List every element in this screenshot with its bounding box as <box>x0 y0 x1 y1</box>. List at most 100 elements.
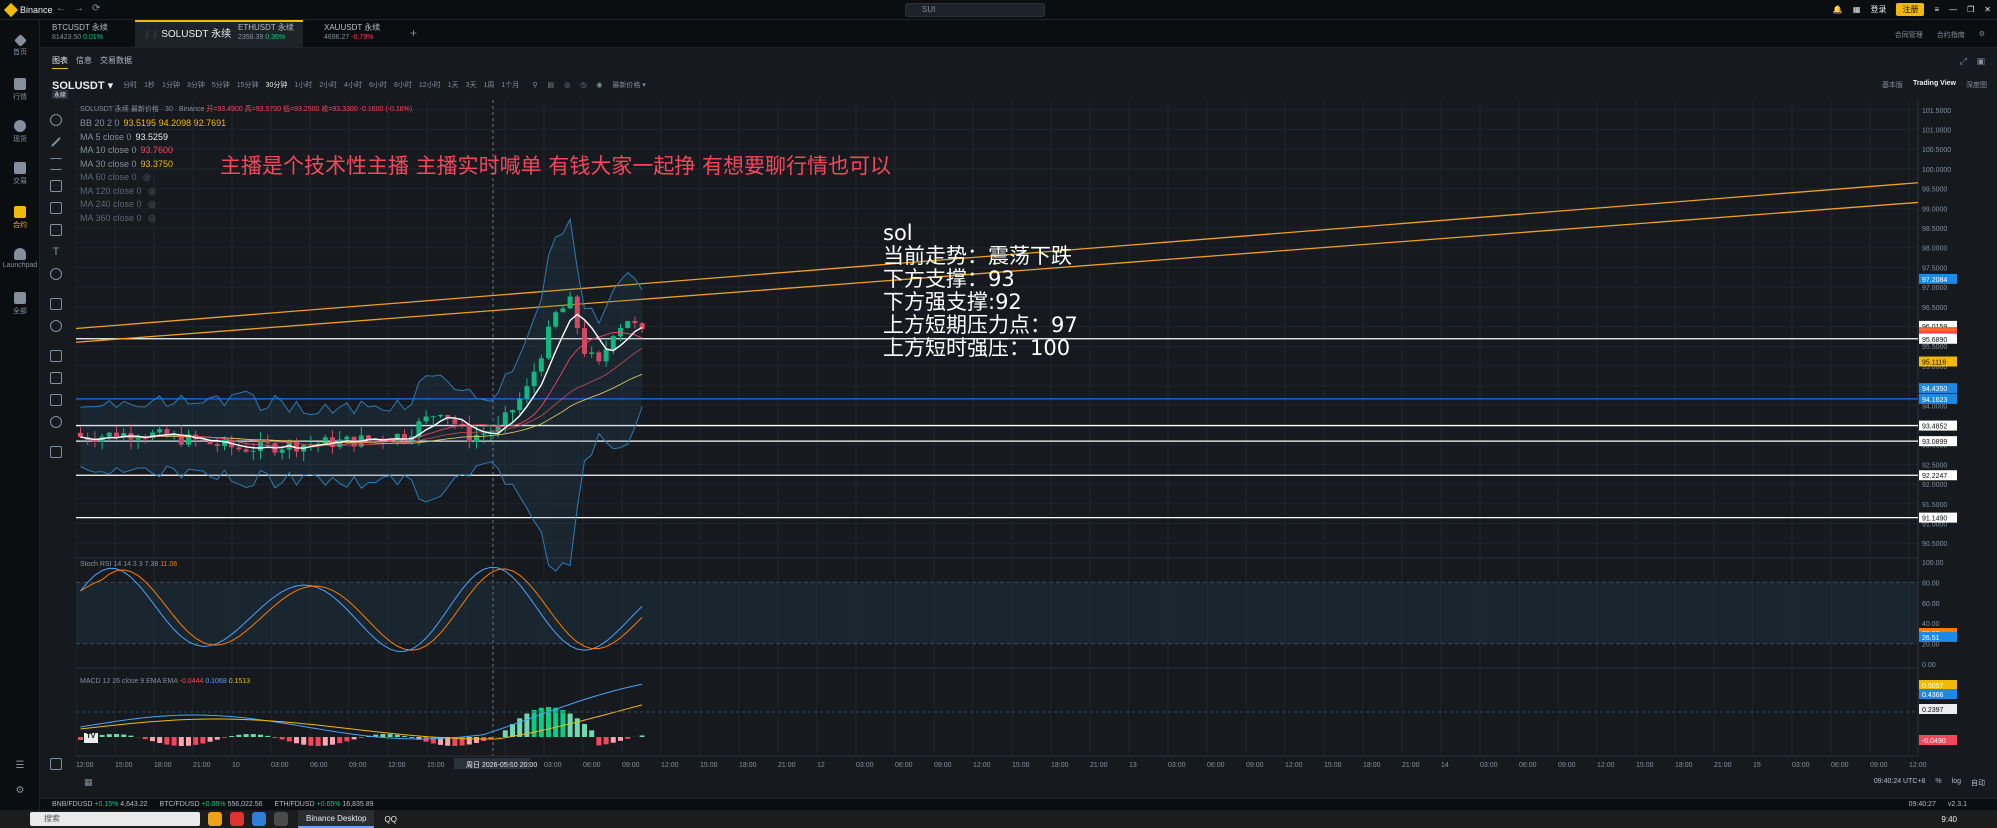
chrome-icon[interactable] <box>208 812 222 826</box>
indicator-row[interactable]: MA 120 close 0 ◎ <box>80 185 226 199</box>
percent-scale-toggle[interactable]: % <box>1935 778 1941 788</box>
timeframe-6[interactable]: 30分钟 <box>266 80 288 90</box>
timeframe-13[interactable]: 1天 <box>448 80 459 90</box>
contract-guide-link[interactable]: 合约指南 <box>1937 30 1965 40</box>
sidebar-item-all[interactable]: 全部 <box>0 292 40 316</box>
tab-ethusdt[interactable]: ETHUSDT 永续 2356.39 0.36% <box>230 20 302 48</box>
indicator-row[interactable]: MA 5 close 0 93.5259 <box>80 131 226 145</box>
timeframe-7[interactable]: 1小时 <box>294 80 312 90</box>
forward-icon[interactable]: → <box>74 3 84 14</box>
qr-icon[interactable]: ▦ <box>1853 5 1861 14</box>
layers-icon[interactable] <box>50 758 62 770</box>
timeframe-1[interactable]: 1秒 <box>144 80 155 90</box>
search-input[interactable]: SUI <box>905 3 1045 17</box>
chart-area[interactable]: 101.5000 101.0000 100.5000 100.0000 99.5000 9… <box>75 100 1958 772</box>
trendline-icon[interactable] <box>51 137 61 147</box>
indicator-row[interactable]: BB 20 2 0 93.5195 94.2098 92.7691 <box>80 117 226 131</box>
visibility-icon[interactable]: ◎ <box>146 199 156 209</box>
layout-grid-icon[interactable]: ▤ <box>547 81 554 89</box>
app-red-icon[interactable] <box>230 812 244 826</box>
close-icon[interactable]: ✕ <box>1984 5 1991 14</box>
menu-icon[interactable]: ≡ <box>1934 5 1939 14</box>
timeframe-4[interactable]: 5分钟 <box>212 80 230 90</box>
maximize-icon[interactable]: ❐ <box>1967 5 1974 14</box>
sidebar-item-trade[interactable]: 交易 <box>0 162 40 186</box>
view-basic[interactable]: 基本版 <box>1882 80 1903 90</box>
emoji-icon[interactable] <box>50 268 62 280</box>
tab-chart[interactable]: 图表 <box>52 55 68 69</box>
login-button[interactable]: 登录 <box>1870 4 1886 15</box>
sidebar-item-futures[interactable]: 合约 <box>0 206 40 230</box>
visibility-icon[interactable]: ◎ <box>146 186 156 196</box>
bell-icon[interactable]: 🔔 <box>1833 5 1843 14</box>
eye-icon[interactable] <box>50 416 62 428</box>
timeframe-0[interactable]: 分时 <box>123 80 137 90</box>
tab-trade-data[interactable]: 交易数据 <box>100 55 132 69</box>
collapse-icon[interactable]: ☰ <box>0 760 40 771</box>
pencil-lock-icon[interactable] <box>50 372 62 384</box>
camera-icon[interactable]: ◉ <box>596 81 602 89</box>
timeframe-8[interactable]: 2小时 <box>319 80 337 90</box>
settings-icon[interactable]: ⚙ <box>1979 30 1985 40</box>
status-ticker-bnb[interactable]: BNB/FDUSD +0.15% 4,643.22 <box>52 801 148 808</box>
sidebar-item-markets[interactable]: 行情 <box>0 78 40 102</box>
expand-icon[interactable]: ⤢ <box>1960 56 1967 67</box>
taskbar-search[interactable]: 搜索 <box>30 812 200 826</box>
indicator-row[interactable]: MA 360 close 0 ◎ <box>80 212 226 226</box>
minimize-icon[interactable]: — <box>1949 5 1957 14</box>
zoom-icon[interactable] <box>50 320 62 332</box>
layout-icon[interactable]: ▣ <box>1976 56 1985 67</box>
tab-xauusdt[interactable]: XAUUSDT 永续 4696.27 -0.79% <box>316 20 388 48</box>
visibility-icon[interactable]: ◎ <box>146 213 156 223</box>
back-icon[interactable]: ← <box>56 3 66 14</box>
draw-icon[interactable]: ◎ <box>564 81 570 89</box>
timeframe-16[interactable]: 1个月 <box>501 80 519 90</box>
refresh-icon[interactable]: ⟳ <box>92 3 100 14</box>
timeframe-2[interactable]: 1分钟 <box>162 80 180 90</box>
calendar-icon[interactable]: ▦ <box>84 777 93 788</box>
indicator-row[interactable]: MA 10 close 0 93.7600 <box>80 144 226 158</box>
indicator-row[interactable]: MA 60 close 0 ◎ <box>80 171 226 185</box>
log-scale-toggle[interactable]: log <box>1952 778 1961 788</box>
sidebar-item-launchpad[interactable]: Launchpad <box>0 248 40 269</box>
timeframe-3[interactable]: 3分钟 <box>187 80 205 90</box>
indicator-row[interactable]: MA 240 close 0 ◎ <box>80 198 226 212</box>
tab-btcusdt[interactable]: BTCUSDT 永续 81423.50 0.01% <box>44 20 116 48</box>
text-tool-icon[interactable]: T <box>50 246 62 258</box>
trash-icon[interactable] <box>50 446 62 458</box>
price-chart[interactable]: 101.5000 101.0000 100.5000 100.0000 99.5000 9… <box>75 100 1958 772</box>
timeframe-10[interactable]: 6小时 <box>369 80 387 90</box>
pitchfork-icon[interactable] <box>50 180 62 192</box>
indicator-icon[interactable]: ⚲ <box>532 81 537 89</box>
timeframe-11[interactable]: 8小时 <box>394 80 412 90</box>
taskbar-binance-desktop[interactable]: Binance Desktop <box>298 810 375 828</box>
contract-manage-link[interactable]: 合同管理 <box>1895 30 1923 40</box>
tab-info[interactable]: 信息 <box>76 55 92 69</box>
crosshair-icon[interactable] <box>50 114 62 126</box>
timeframe-14[interactable]: 3天 <box>466 80 477 90</box>
horizontal-lines-icon[interactable] <box>50 158 62 170</box>
lock-icon[interactable] <box>50 394 62 406</box>
timeframe-12[interactable]: 12小时 <box>419 80 441 90</box>
price-type-select[interactable]: 最新价格 ▾ <box>612 80 645 90</box>
taskbar-qq[interactable]: QQ <box>384 815 396 824</box>
visibility-icon[interactable]: ◎ <box>141 172 151 182</box>
view-tradingview[interactable]: Trading View <box>1913 80 1956 90</box>
timeframe-9[interactable]: 4小时 <box>344 80 362 90</box>
view-depth[interactable]: 深度图 <box>1966 80 1987 90</box>
fib-icon[interactable] <box>50 202 62 214</box>
sidebar-item-home[interactable]: 首页 <box>0 34 40 57</box>
status-ticker-eth[interactable]: ETH/FDUSD +0.65% 16,835.89 <box>275 801 374 808</box>
status-ticker-btc[interactable]: BTC/FDUSD +0.05% 556,022.56 <box>160 801 263 808</box>
timeframe-5[interactable]: 15分钟 <box>237 80 259 90</box>
edge-icon[interactable] <box>252 812 266 826</box>
pattern-icon[interactable] <box>50 224 62 236</box>
sidebar-item-spot[interactable]: 现货 <box>0 120 40 144</box>
magnet-icon[interactable] <box>50 350 62 362</box>
alert-icon[interactable]: ◷ <box>580 81 586 89</box>
timeframe-15[interactable]: 1周 <box>484 80 495 90</box>
ruler-icon[interactable] <box>50 298 62 310</box>
add-tab-icon[interactable]: + <box>410 26 417 40</box>
auto-scale-toggle[interactable]: 自动 <box>1971 778 1985 788</box>
folder-icon[interactable] <box>274 812 288 826</box>
